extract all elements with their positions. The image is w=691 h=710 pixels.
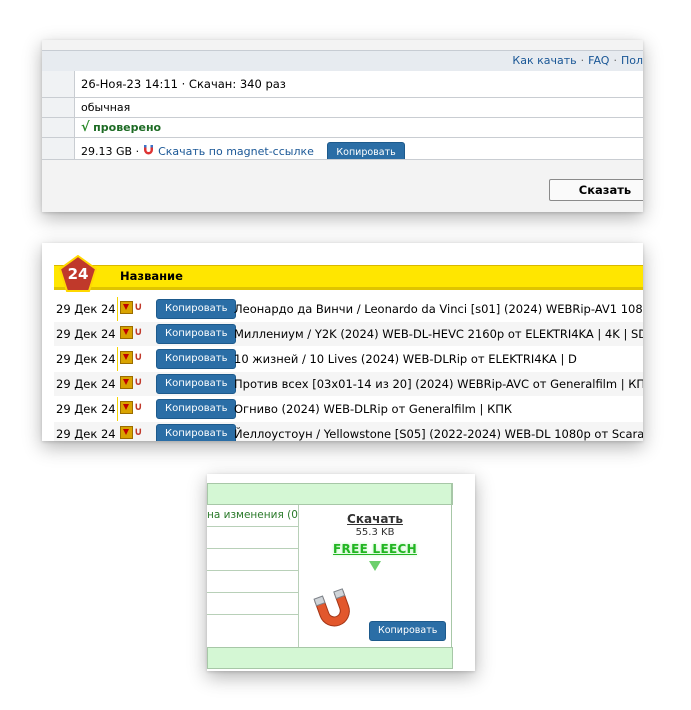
row-label-cell	[42, 118, 75, 137]
list-item	[207, 593, 298, 615]
status-cell: √ проверено	[81, 118, 161, 137]
copy-button[interactable]: Копировать	[156, 299, 237, 319]
row-icons: ∪	[120, 376, 146, 390]
magnet-icon[interactable]: ∪	[134, 351, 143, 363]
separator-dot: ·	[135, 145, 140, 158]
download-icon[interactable]	[120, 351, 133, 364]
changes-text[interactable]: на изменения (0)	[207, 509, 298, 521]
top-link-separator: ·	[613, 54, 617, 67]
torrent-type: обычная	[81, 101, 131, 114]
check-icon: √	[81, 120, 90, 135]
row-icons: ∪	[120, 301, 146, 315]
download-size: 55.3 KB	[355, 527, 395, 538]
magnet-icon[interactable]	[311, 587, 357, 633]
box-right-border	[451, 483, 452, 669]
download-icon[interactable]	[120, 401, 133, 414]
table-row: 29 Дек 24 ∪ Копировать Миллениум / Y2K (…	[54, 322, 643, 347]
table-row: 29 Дек 24 ∪ Копировать Йеллоустоун / Yel…	[54, 422, 643, 441]
list-header: Название	[54, 265, 643, 290]
row-title[interactable]: Огниво (2024) WEB-DLRip от Generalfilm |…	[234, 397, 512, 421]
row-icons: ∪	[120, 326, 146, 340]
reply-bar: Сказать	[42, 159, 643, 212]
info-row-status: √ проверено	[42, 118, 643, 138]
row-date: 29 Дек 24	[56, 302, 116, 316]
download-icon[interactable]	[120, 326, 133, 339]
copy-button[interactable]: Копировать	[156, 374, 237, 394]
row-icons: ∪	[120, 351, 146, 365]
row-label-cell	[42, 98, 75, 117]
left-info-rows: на изменения (0)	[207, 505, 298, 636]
verified-status: проверено	[93, 121, 162, 134]
row-date: 29 Дек 24	[56, 402, 116, 416]
info-row-type: обычная	[42, 98, 643, 118]
truncated-link[interactable]: Пол	[621, 54, 643, 67]
green-footer-bar	[207, 647, 453, 669]
table-row: 29 Дек 24 ∪ Копировать Огниво (2024) WEB…	[54, 397, 643, 422]
torrent-rows: 29 Дек 24 ∪ Копировать Леонардо да Винчи…	[54, 297, 643, 441]
how-to-download-link[interactable]: Как качать	[512, 54, 576, 67]
download-icon[interactable]	[120, 426, 133, 439]
copy-magnet-button[interactable]: Копировать	[369, 621, 447, 641]
magnet-download-link[interactable]: Скачать по magnet-ссылке	[158, 145, 314, 158]
table-row: 29 Дек 24 ∪ Копировать Против всех [03x0…	[54, 372, 643, 397]
torrent-list-panel: Название 24 29 Дек 24 ∪ Копировать Леона…	[42, 243, 643, 441]
arrow-down-icon	[369, 561, 381, 571]
say-button[interactable]: Сказать	[549, 179, 643, 201]
row-title[interactable]: Миллениум / Y2K (2024) WEB-DL-HEVC 2160p…	[234, 322, 643, 346]
faq-link[interactable]: FAQ	[588, 54, 609, 67]
list-item	[207, 527, 298, 549]
torrent-info-panel: Как качать · FAQ · Пол 26-Ноя-23 14:11 · Ска…	[42, 40, 643, 212]
download-icon[interactable]	[120, 376, 133, 389]
table-row: 29 Дек 24 ∪ Копировать Леонардо да Винчи…	[54, 297, 643, 322]
list-item	[207, 549, 298, 571]
download-link[interactable]: Скачать	[299, 512, 451, 526]
magnet-icon[interactable]: ∪	[134, 426, 143, 438]
copy-button[interactable]: Копировать	[156, 349, 237, 369]
magnet-icon[interactable]: ∪	[134, 326, 143, 338]
magnet-icon[interactable]: ∪	[134, 301, 143, 313]
registered-info: 26-Ноя-23 14:11 · Скачан: 340 раз	[81, 77, 286, 91]
magnet-icon[interactable]: ∪	[134, 401, 143, 413]
file-size: 29.13 GB	[81, 145, 133, 158]
row-date: 29 Дек 24	[56, 427, 116, 441]
row-date: 29 Дек 24	[56, 352, 116, 366]
title-column-header[interactable]: Название	[120, 266, 183, 287]
row-title[interactable]: Йеллоустоун / Yellowstone [S05] (2022-20…	[234, 422, 643, 441]
row-label-cell	[42, 71, 75, 97]
green-header-bar	[207, 483, 453, 505]
info-table: 26-Ноя-23 14:11 · Скачан: 340 раз обычна…	[42, 71, 643, 167]
count-badge: 24	[58, 255, 98, 295]
row-title[interactable]: 10 жизней / 10 Lives (2024) WEB-DLRip от…	[234, 347, 577, 371]
download-icon[interactable]	[120, 301, 133, 314]
list-item	[207, 571, 298, 593]
copy-button[interactable]: Копировать	[156, 399, 237, 419]
row-title[interactable]: Леонардо да Винчи / Leonardo da Vinci [s…	[234, 297, 643, 321]
list-item	[207, 615, 298, 636]
magnet-icon[interactable]: ∪	[134, 376, 143, 388]
top-links-bar: Как качать · FAQ · Пол	[42, 50, 643, 72]
row-date: 29 Дек 24	[56, 327, 116, 341]
copy-button[interactable]: Копировать	[156, 424, 237, 441]
row-title[interactable]: Против всех [03x01-14 из 20] (2024) WEBR…	[234, 372, 643, 396]
info-row-date: 26-Ноя-23 14:11 · Скачан: 340 раз	[42, 71, 643, 98]
row-date: 29 Дек 24	[56, 377, 116, 391]
badge-number: 24	[67, 265, 89, 283]
magnet-icon[interactable]	[143, 144, 159, 159]
row-icons: ∪	[120, 426, 146, 440]
free-leech-label: FREE LEECH	[333, 542, 417, 556]
download-box-panel: на изменения (0) Скачать 55.3 KB FREE LE…	[207, 474, 475, 671]
row-icons: ∪	[120, 401, 146, 415]
copy-button[interactable]: Копировать	[156, 324, 237, 344]
changes-row: на изменения (0)	[207, 505, 298, 527]
download-area: Скачать 55.3 KB FREE LEECH Копировать	[299, 505, 451, 647]
table-row: 29 Дек 24 ∪ Копировать 10 жизней / 10 Li…	[54, 347, 643, 372]
top-link-separator: ·	[580, 54, 585, 67]
